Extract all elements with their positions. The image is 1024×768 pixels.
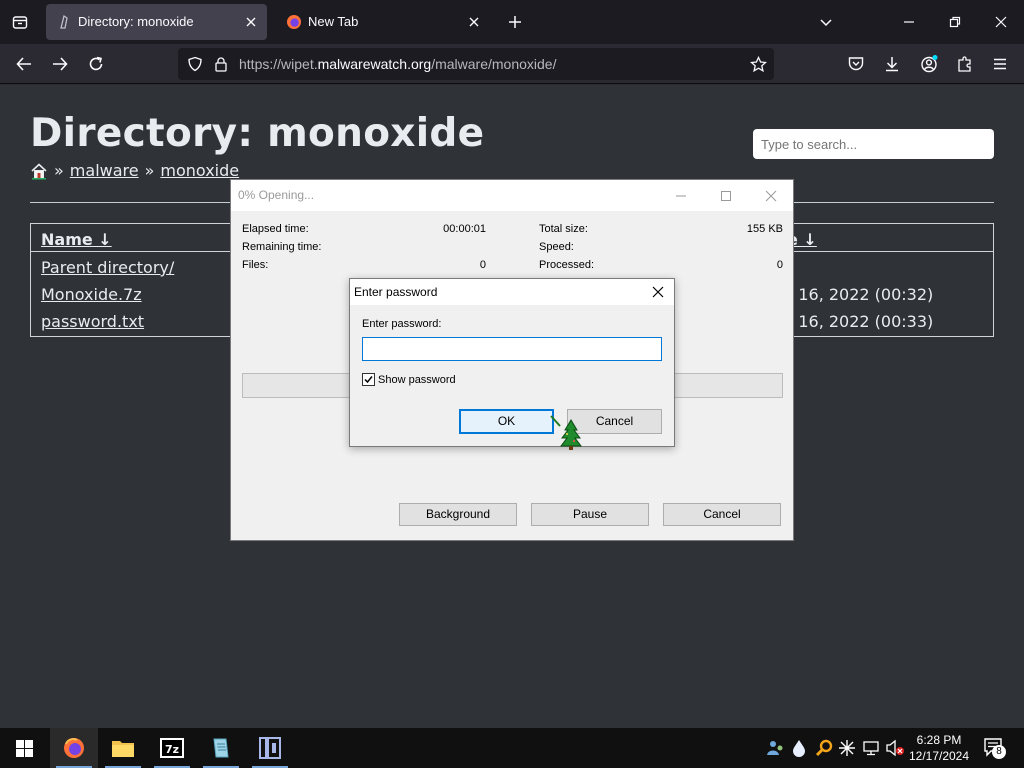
address-bar[interactable]: https://wipet.malwarewatch.org/malware/m… [178, 48, 774, 80]
restore-icon[interactable] [947, 14, 963, 30]
windows-start-icon[interactable] [16, 740, 33, 757]
taskbar-7zip[interactable]: 7z [148, 728, 196, 768]
file-explorer-icon [112, 741, 134, 757]
minimize-icon[interactable] [901, 14, 917, 30]
speed-label: Speed: [539, 241, 574, 253]
search-input[interactable] [753, 129, 994, 159]
reload-icon[interactable] [87, 55, 105, 73]
volume-muted-tray-icon[interactable] [885, 739, 905, 757]
back-arrow-icon[interactable] [15, 55, 33, 73]
url-text[interactable]: https://wipet.malwarewatch.org/malware/m… [239, 56, 556, 72]
breadcrumb-separator: » [54, 161, 64, 180]
drop-tray-icon[interactable] [791, 739, 807, 757]
file-link-monoxide-7z[interactable]: Monoxide.7z [41, 285, 142, 304]
tab-title: New Tab [308, 14, 359, 29]
asterisk-tray-icon[interactable] [838, 739, 856, 757]
ok-button[interactable]: OK [459, 409, 554, 434]
processed-label: Processed: [539, 259, 595, 271]
tab-directory-monoxide[interactable]: Directory: monoxide [46, 4, 267, 40]
taskbar-clock[interactable]: 6:28 PM 12/17/2024 [906, 732, 972, 764]
list-all-tabs-chevron-icon[interactable] [818, 14, 834, 30]
password-input[interactable] [362, 337, 662, 361]
breadcrumb-separator: » [144, 161, 155, 180]
new-tab-plus-icon[interactable] [507, 14, 523, 30]
progress-window-title: 0% Opening... [238, 188, 315, 202]
home-icon[interactable] [30, 162, 48, 180]
app-icon [259, 737, 281, 759]
breadcrumb-link-malware[interactable]: malware [70, 161, 139, 180]
dialog-title: Enter password [354, 285, 438, 299]
notification-center[interactable]: 8 [982, 736, 1006, 760]
taskbar-notepad[interactable] [197, 728, 245, 768]
column-header-name[interactable]: Name ↓ [41, 230, 112, 249]
clock-time: 6:28 PM [916, 733, 962, 747]
url-path: /malware/monoxide/ [431, 56, 557, 72]
people-tray-icon[interactable] [766, 739, 784, 757]
file-date: ) 16, 2022 (00:32) [787, 285, 934, 304]
url-host: malwarewatch.org [317, 56, 432, 72]
pocket-icon[interactable] [847, 55, 865, 73]
background-button[interactable]: Background [399, 503, 517, 526]
enter-password-dialog: Enter password Enter password: Show pass… [349, 278, 675, 447]
taskbar-app[interactable] [246, 728, 294, 768]
checkmark-icon [364, 376, 373, 384]
file-link-parent-directory[interactable]: Parent directory/ [41, 258, 174, 277]
close-tab-icon[interactable] [243, 14, 259, 30]
tree-cursor-icon [550, 415, 582, 450]
elapsed-time-label: Elapsed time: [242, 223, 309, 235]
file-link-password-txt[interactable]: password.txt [41, 312, 144, 331]
close-tab-icon[interactable] [466, 14, 482, 30]
clock-date: 12/17/2024 [908, 749, 970, 763]
minimize-icon[interactable] [673, 188, 689, 204]
taskbar-firefox[interactable] [50, 728, 98, 768]
cancel-extraction-button[interactable]: Cancel [663, 503, 781, 526]
processed-value: 0 [776, 259, 783, 271]
favicon-icon [60, 14, 68, 29]
network-tray-icon[interactable] [862, 739, 880, 757]
files-value: 0 [479, 259, 486, 271]
windows-taskbar: 7z 6:28 PM 12/17/2024 8 [0, 728, 1024, 768]
downloads-icon[interactable] [883, 55, 901, 73]
taskbar-file-explorer[interactable] [99, 728, 147, 768]
browser-nav-bar: https://wipet.malwarewatch.org/malware/m… [0, 44, 1024, 84]
url-prefix: https://wipet. [239, 56, 318, 72]
close-icon[interactable] [650, 284, 666, 300]
total-size-value: 155 KB [746, 223, 783, 235]
shield-icon[interactable] [187, 56, 203, 72]
pause-button[interactable]: Pause [531, 503, 649, 526]
total-size-label: Total size: [539, 223, 588, 235]
tab-title: Directory: monoxide [78, 14, 194, 29]
tab-new-tab[interactable]: New Tab [276, 4, 490, 40]
lock-icon[interactable] [213, 56, 229, 72]
forward-arrow-icon[interactable] [51, 55, 69, 73]
password-label: Enter password: [362, 318, 442, 330]
bookmark-star-icon[interactable] [750, 56, 767, 73]
password-dialog-title-bar[interactable]: Enter password [350, 279, 674, 305]
file-date: ) 16, 2022 (00:33) [787, 312, 934, 331]
page-title: Directory: monoxide [30, 111, 485, 156]
tab-overview-icon[interactable] [12, 14, 28, 30]
files-label: Files: [242, 259, 269, 271]
breadcrumb: » malware » monoxide [30, 161, 239, 180]
notepad-icon [213, 738, 229, 758]
close-window-icon[interactable] [993, 14, 1009, 30]
breadcrumb-link-monoxide[interactable]: monoxide [160, 161, 239, 180]
firefox-icon [287, 15, 301, 29]
progress-title-bar[interactable]: 0% Opening... [231, 180, 793, 211]
show-password-label[interactable]: Show password [378, 374, 456, 386]
browser-tab-bar: Directory: monoxide New Tab [0, 0, 1024, 44]
remaining-time-label: Remaining time: [242, 241, 322, 253]
7zip-icon: 7z [160, 738, 184, 758]
svg-text:7z: 7z [165, 743, 179, 756]
extensions-puzzle-icon[interactable] [956, 55, 974, 73]
notification-badge: 8 [992, 745, 1006, 759]
elapsed-time-value: 00:00:01 [443, 223, 486, 235]
firefox-icon [64, 738, 84, 758]
close-icon[interactable] [763, 188, 779, 204]
maximize-icon[interactable] [718, 188, 734, 204]
hamburger-menu-icon[interactable] [991, 55, 1009, 73]
search-magnifier-tray-icon[interactable] [815, 739, 833, 757]
show-password-checkbox[interactable] [362, 373, 375, 386]
account-icon[interactable] [919, 54, 939, 74]
